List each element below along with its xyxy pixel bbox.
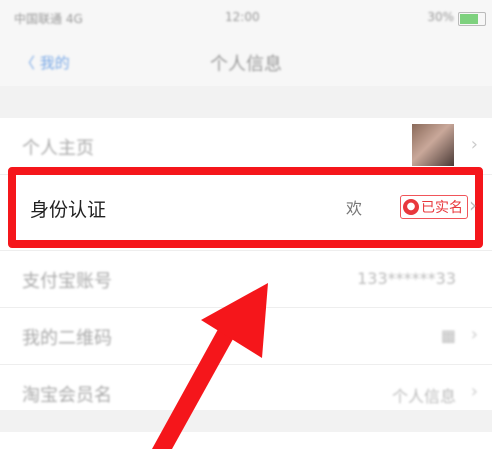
arrow-shaft <box>152 322 238 449</box>
red-arrow-annotation <box>152 283 268 449</box>
